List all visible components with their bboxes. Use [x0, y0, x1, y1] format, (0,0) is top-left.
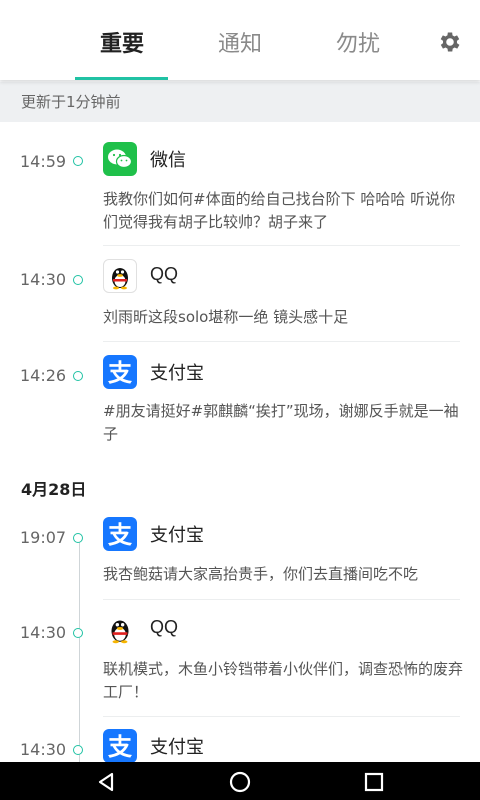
- timeline-dot: [73, 371, 83, 381]
- list-item[interactable]: 14:30 QQ 联机模式，木鱼小铃铛带着小伙伴们，调查恐怖的废弃工厂！: [0, 600, 480, 717]
- svg-text:支: 支: [108, 733, 133, 761]
- list-item[interactable]: 14:26 支 支付宝 #朋友请挺好#郭麒麟“挨打”现场，谢娜反手就是一袖子: [0, 342, 480, 460]
- item-time: 14:26: [20, 366, 67, 385]
- timeline-dot: [73, 275, 83, 285]
- timeline-dot: [73, 745, 83, 755]
- timeline-dot: [73, 156, 83, 166]
- message-text: 我教你们如何#体面的给自己找台阶下 哈哈哈 听说你们觉得我有胡子比较帅？胡子来了: [103, 190, 456, 231]
- gear-icon[interactable]: [437, 29, 463, 55]
- item-time: 14:30: [20, 740, 67, 759]
- item-time: 14:59: [20, 152, 67, 171]
- item-time: 14:30: [20, 270, 67, 289]
- message-text: 联机模式，木鱼小铃铛带着小伙伴们，调查恐怖的废弃工厂！: [103, 660, 464, 701]
- app-name: 支付宝: [150, 525, 204, 546]
- list-item[interactable]: 19:07 支 支付宝 我杏鲍菇请大家高抬贵手，你们去直播间吃不吃: [0, 504, 480, 600]
- message-text: 我杏鲍菇请大家高抬贵手，你们去直播间吃不吃: [103, 565, 419, 583]
- alipay-icon: 支: [103, 729, 137, 762]
- app-name: 支付宝: [150, 363, 204, 384]
- notification-list: 14:59 微信 我教你们如何#体面的给自己找台阶下 哈哈哈 听说你们觉得我有胡…: [0, 122, 480, 762]
- app-name: 支付宝: [150, 737, 204, 758]
- top-tab-bar: 重要 通知 勿扰: [0, 0, 480, 80]
- app-name: QQ: [150, 264, 179, 284]
- message-text: 刘雨昕这段solo堪称一绝 镜头感十足: [103, 308, 349, 326]
- recents-icon[interactable]: [360, 768, 388, 796]
- app-name: 微信: [150, 150, 186, 171]
- last-updated-text: 更新于1分钟前: [0, 82, 480, 122]
- qq-penguin-icon: [103, 259, 137, 293]
- app-name: QQ: [150, 617, 179, 637]
- system-navigation-bar: [0, 762, 480, 800]
- back-icon[interactable]: [92, 768, 120, 796]
- wechat-icon: [103, 142, 137, 176]
- svg-text:支: 支: [108, 521, 133, 549]
- item-time: 19:07: [20, 528, 67, 547]
- svg-text:支: 支: [108, 359, 133, 387]
- list-item[interactable]: 14:30 支 支付宝: [0, 716, 480, 762]
- list-item[interactable]: 14:59 微信 我教你们如何#体面的给自己找台阶下 哈哈哈 听说你们觉得我有胡…: [0, 122, 480, 246]
- qq-penguin-icon: [103, 612, 137, 646]
- timeline-dot: [73, 533, 83, 543]
- tab-do-not-disturb[interactable]: 勿扰: [311, 26, 405, 58]
- tab-notifications[interactable]: 通知: [193, 26, 287, 58]
- date-header: 4月28日: [21, 480, 87, 499]
- list-item[interactable]: 14:30 QQ 刘雨昕这段solo堪称一绝 镜头感十足: [0, 246, 480, 342]
- active-tab-indicator: [75, 77, 168, 80]
- tab-important[interactable]: 重要: [75, 26, 169, 58]
- message-text: #朋友请挺好#郭麒麟“挨打”现场，谢娜反手就是一袖子: [103, 402, 459, 443]
- home-icon[interactable]: [226, 768, 254, 796]
- alipay-icon: 支: [103, 517, 137, 551]
- alipay-icon: 支: [103, 355, 137, 389]
- item-time: 14:30: [20, 623, 67, 642]
- timeline-dot: [73, 628, 83, 638]
